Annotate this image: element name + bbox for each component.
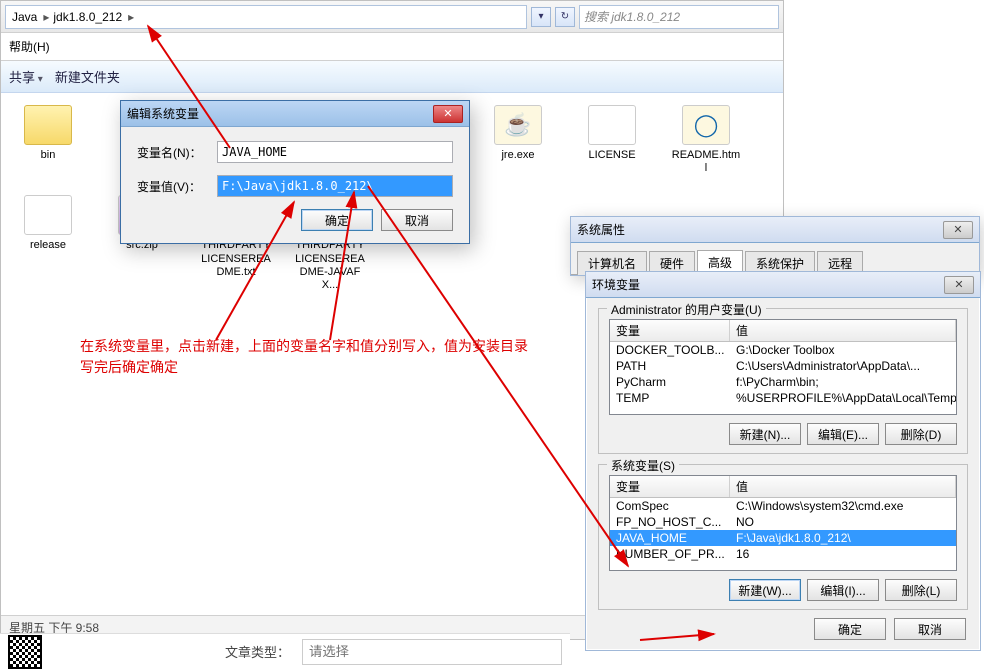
java-icon: ☕ — [494, 105, 542, 145]
edit-variable-dialog: 编辑系统变量 ✕ 变量名(N)： 变量值(V)： 确定 取消 — [120, 100, 470, 244]
table-row[interactable]: PATHC:\Users\Administrator\AppData\... — [610, 358, 956, 374]
file-label: README.html — [671, 149, 741, 175]
var-name-label: 变量名(N)： — [137, 144, 217, 161]
breadcrumb[interactable]: Java ▸ jdk1.8.0_212 ▸ — [5, 5, 527, 29]
var-value-input[interactable] — [217, 175, 453, 197]
system-properties-window: 系统属性 ✕ 计算机名 硬件 高级 系统保护 远程 环境变量 ✕ Adminis… — [570, 216, 980, 276]
table-row[interactable]: NUMBER_OF_PR...16 — [610, 546, 956, 562]
breadcrumb-seg-jdk[interactable]: jdk1.8.0_212 — [53, 10, 122, 24]
table-header: 变量 值 — [610, 320, 956, 342]
table-row[interactable]: ComSpecC:\Windows\system32\cmd.exe — [610, 498, 956, 514]
toolbar-new-folder[interactable]: 新建文件夹 — [55, 67, 120, 86]
sysprop-titlebar[interactable]: 系统属性 ✕ — [571, 217, 979, 243]
toolbar-share[interactable]: 共享 — [9, 67, 43, 86]
close-icon[interactable]: ✕ — [944, 276, 974, 294]
refresh-icon[interactable]: ↻ — [555, 7, 575, 27]
table-header: 变量 值 — [610, 476, 956, 498]
dropdown-icon[interactable]: ▾ — [531, 7, 551, 27]
sys-vars-group: 系统变量(S) 变量 值 ComSpecC:\Windows\system32\… — [598, 464, 968, 610]
user-edit-button[interactable]: 编辑(E)... — [807, 423, 879, 445]
sys-vars-table[interactable]: 变量 值 ComSpecC:\Windows\system32\cmd.exe … — [609, 475, 957, 571]
sys-vars-legend: 系统变量(S) — [607, 457, 679, 474]
col-value: 值 — [730, 476, 956, 497]
search-placeholder: 搜索 jdk1.8.0_212 — [584, 8, 680, 25]
envdlg-title: 环境变量 — [592, 276, 944, 293]
file-label: jre.exe — [501, 149, 534, 162]
search-input[interactable]: 搜索 jdk1.8.0_212 — [579, 5, 779, 29]
sys-new-button[interactable]: 新建(W)... — [729, 579, 801, 601]
env-vars-dialog: 环境变量 ✕ Administrator 的用户变量(U) 变量 值 DOCKE… — [585, 271, 981, 651]
user-delete-button[interactable]: 删除(D) — [885, 423, 957, 445]
ok-button[interactable]: 确定 — [301, 209, 373, 231]
address-bar: Java ▸ jdk1.8.0_212 ▸ ▾ ↻ 搜索 jdk1.8.0_21… — [1, 1, 783, 33]
close-icon[interactable]: ✕ — [433, 105, 463, 123]
sysprop-title: 系统属性 — [577, 221, 943, 238]
cancel-button[interactable]: 取消 — [381, 209, 453, 231]
file-label: LICENSE — [588, 149, 635, 162]
toolbar: 共享 新建文件夹 — [1, 61, 783, 93]
file-label: bin — [41, 149, 56, 162]
user-vars-legend: Administrator 的用户变量(U) — [607, 301, 766, 318]
file-item-bin[interactable]: bin — [13, 105, 83, 175]
var-name-input[interactable] — [217, 141, 453, 163]
file-item-license[interactable]: LICENSE — [577, 105, 647, 175]
annotation-text: 在系统变量里，点击新建，上面的变量名字和值分别写入，值为安装目录 写完后确定确定 — [80, 336, 580, 378]
menu-bar: 帮助(H) — [1, 33, 783, 61]
article-type-select[interactable] — [302, 639, 562, 665]
table-row[interactable]: DOCKER_TOOLB...G:\Docker Toolbox — [610, 342, 956, 358]
close-icon[interactable]: ✕ — [943, 221, 973, 239]
var-value-label: 变量值(V)： — [137, 178, 217, 195]
file-item-jre[interactable]: ☕ jre.exe — [483, 105, 553, 175]
envdlg-ok-button[interactable]: 确定 — [814, 618, 886, 640]
envdlg-titlebar[interactable]: 环境变量 ✕ — [586, 272, 980, 298]
file-label: release — [30, 239, 66, 252]
file-label: THIRDPARTYLICENSEREADME.txt — [201, 239, 271, 279]
sys-edit-button[interactable]: 编辑(I)... — [807, 579, 879, 601]
file-item-release[interactable]: release — [13, 195, 83, 292]
article-type-label: 文章类型： — [225, 642, 290, 661]
envdlg-cancel-button[interactable]: 取消 — [894, 618, 966, 640]
col-value: 值 — [730, 320, 956, 341]
browser-icon: ◯ — [682, 105, 730, 145]
table-row-selected[interactable]: JAVA_HOMEF:\Java\jdk1.8.0_212\ — [610, 530, 956, 546]
chevron-right-icon: ▸ — [43, 10, 49, 24]
qr-icon — [8, 635, 42, 669]
user-new-button[interactable]: 新建(N)... — [729, 423, 801, 445]
file-icon — [24, 195, 72, 235]
dialog-titlebar[interactable]: 编辑系统变量 ✕ — [121, 101, 469, 127]
breadcrumb-seg-java[interactable]: Java — [12, 10, 37, 24]
col-variable: 变量 — [610, 476, 730, 497]
bottom-strip: 文章类型： — [0, 633, 570, 669]
sys-delete-button[interactable]: 删除(L) — [885, 579, 957, 601]
table-row[interactable]: PyCharmf:\PyCharm\bin; — [610, 374, 956, 390]
folder-icon — [24, 105, 72, 145]
menu-help[interactable]: 帮助(H) — [9, 38, 50, 55]
dialog-body: 变量名(N)： 变量值(V)： 确定 取消 — [121, 127, 469, 243]
file-item-readme[interactable]: ◯ README.html — [671, 105, 741, 175]
file-label: THIRDPARTYLICENSEREADME-JAVAFX... — [295, 239, 365, 292]
dialog-title: 编辑系统变量 — [127, 105, 433, 122]
chevron-right-icon: ▸ — [128, 10, 134, 24]
col-variable: 变量 — [610, 320, 730, 341]
table-row[interactable]: TEMP%USERPROFILE%\AppData\Local\Temp — [610, 390, 956, 406]
table-row[interactable]: FP_NO_HOST_C...NO — [610, 514, 956, 530]
user-vars-table[interactable]: 变量 值 DOCKER_TOOLB...G:\Docker Toolbox PA… — [609, 319, 957, 415]
file-icon — [588, 105, 636, 145]
user-vars-group: Administrator 的用户变量(U) 变量 值 DOCKER_TOOLB… — [598, 308, 968, 454]
